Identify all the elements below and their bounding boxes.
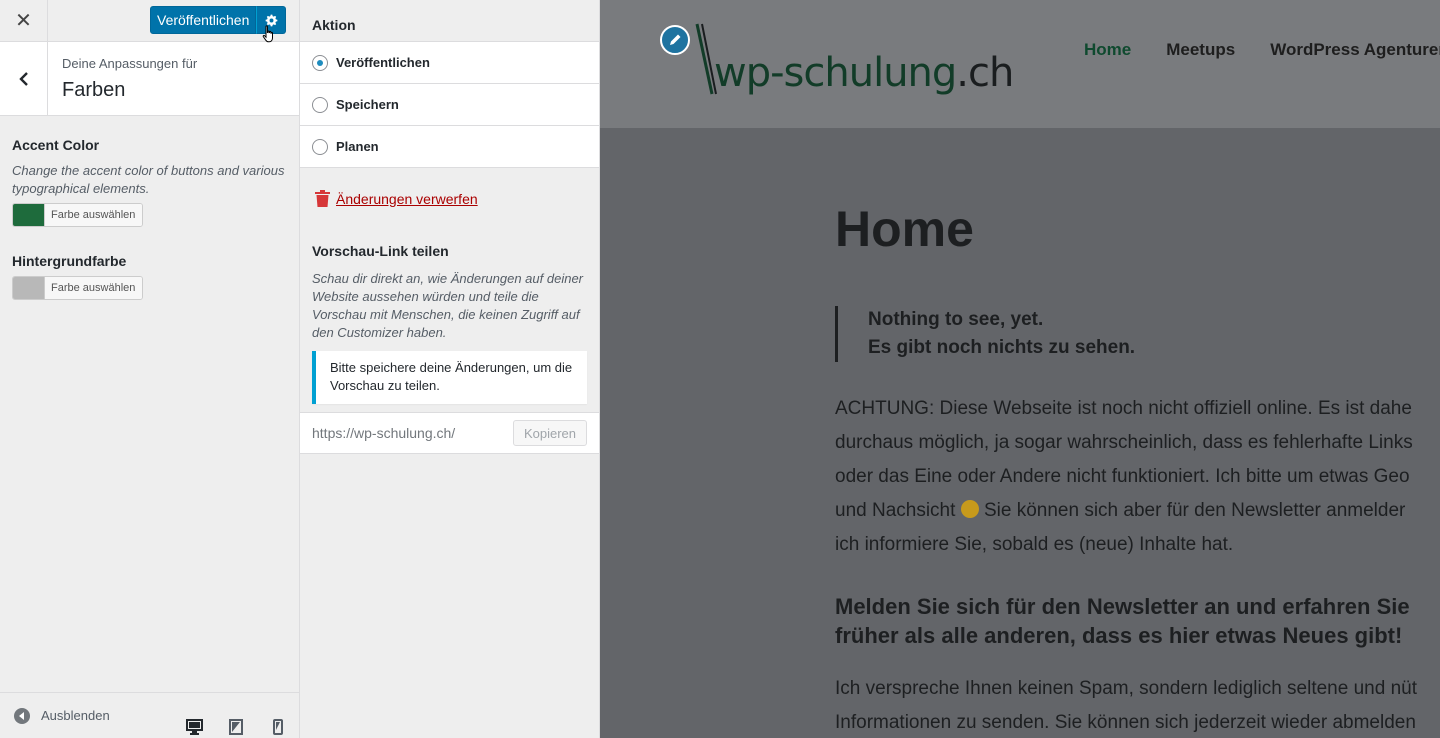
heading-line: Melden Sie sich für den Newsletter an un… [835, 594, 1410, 619]
paragraph-line: Ich verspreche Ihnen keinen Spam, sonder… [835, 678, 1417, 699]
radio-button[interactable] [312, 96, 328, 113]
save-notice: Bitte speichere deine Änderungen, um die… [312, 351, 587, 404]
paragraph-segment: und Nachsicht [835, 500, 956, 521]
radio-button[interactable] [312, 54, 328, 71]
newsletter-heading: Melden Sie sich für den Newsletter an un… [835, 592, 1440, 650]
paragraph-line: durchaus möglich, ja sogar wahrscheinlic… [835, 432, 1413, 453]
preview-link-url[interactable]: https://wp-schulung.ch/ [312, 425, 455, 441]
section-header: Deine Anpassungen für Farben [0, 42, 299, 116]
control-title: Accent Color [12, 137, 100, 153]
site-logo[interactable]: wp-schulung.ch [714, 50, 1014, 96]
radio-label: Veröffentlichen [336, 55, 430, 70]
radio-option-save[interactable]: Speichern [300, 84, 599, 126]
section-titles: Deine Anpassungen für Farben [48, 42, 197, 115]
pointer-cursor-icon [262, 25, 273, 43]
preview-link-row: https://wp-schulung.ch/ Kopieren [300, 412, 599, 454]
nav-item-meetups[interactable]: Meetups [1166, 40, 1235, 60]
radio-label: Speichern [336, 97, 399, 112]
copy-link-button[interactable]: Kopieren [512, 420, 587, 446]
site-header: wp-schulung.ch Home Meetups WordPress Ag… [600, 0, 1440, 128]
control-description: Change the accent color of buttons and v… [12, 163, 285, 196]
share-description: Schau dir direkt an, wie Änderungen auf … [312, 271, 584, 340]
color-swatch [13, 204, 44, 226]
background-color-control: Hintergrundfarbe Farbe auswählen [0, 253, 299, 304]
paragraph-line: Informationen zu senden. Sie können sich… [835, 712, 1416, 733]
collapse-label: Ausblenden [41, 708, 110, 723]
share-title: Vorschau-Link teilen [312, 243, 449, 259]
pencil-icon [670, 34, 681, 45]
radio-option-publish[interactable]: Veröffentlichen [300, 42, 599, 84]
section-subtitle: Deine Anpassungen für [62, 56, 198, 71]
logo-main: wp-schulung [714, 50, 957, 96]
publish-settings-title: Aktion [300, 0, 599, 42]
share-preview-section: Vorschau-Link teilen Schau dir direkt an… [300, 243, 599, 404]
trash-icon [315, 190, 330, 207]
quote-line: Nothing to see, yet. [868, 309, 1044, 330]
radio-button[interactable] [312, 138, 328, 155]
color-picker-label: Farbe auswählen [44, 204, 143, 226]
discard-label: Änderungen verwerfen [336, 190, 478, 207]
paragraph-line: ACHTUNG: Diese Webseite ist noch nicht o… [835, 398, 1412, 419]
desktop-icon [185, 719, 203, 735]
chevron-left-icon [18, 71, 28, 86]
close-icon: ✕ [15, 10, 32, 32]
newsletter-paragraph: Ich verspreche Ihnen keinen Spam, sonder… [835, 672, 1440, 738]
mobile-icon [273, 719, 283, 735]
device-preview-buttons [184, 717, 288, 737]
publish-settings-panel: Aktion Veröffentlichen Speichern Planen … [300, 0, 600, 738]
paragraph-line: oder das Eine oder Andere nicht funktion… [835, 466, 1410, 487]
section-title: Farben [62, 79, 126, 101]
edit-shortcut-button[interactable] [660, 25, 690, 55]
heading-line: früher als alle anderen, dass es hier et… [835, 623, 1403, 648]
close-customizer-button[interactable]: ✕ [0, 0, 48, 42]
wink-emoji-icon [960, 500, 979, 518]
page-content: Home Nothing to see, yet. Es gibt noch n… [835, 128, 1440, 738]
desktop-preview-button[interactable] [184, 717, 204, 737]
collapse-arrow-icon [14, 707, 30, 724]
mobile-preview-button[interactable] [268, 717, 288, 737]
nav-item-agenturen[interactable]: WordPress Agenturen [1270, 40, 1440, 60]
site-preview: wp-schulung.ch Home Meetups WordPress Ag… [600, 0, 1440, 738]
customizer-footer: Ausblenden [0, 692, 299, 738]
color-swatch [13, 277, 44, 299]
collapse-sidebar-button[interactable]: Ausblenden [0, 707, 110, 724]
back-button[interactable] [0, 42, 48, 115]
publish-button[interactable]: Veröffentlichen [150, 6, 257, 34]
radio-selected-dot [317, 59, 323, 66]
accent-color-control: Accent Color Change the accent color of … [0, 137, 299, 231]
intro-paragraph: ACHTUNG: Diese Webseite ist noch nicht o… [835, 392, 1440, 562]
background-color-picker-button[interactable]: Farbe auswählen [12, 276, 144, 300]
customizer-sidebar: ✕ Veröffentlichen Deine Anpassungen für … [0, 0, 300, 738]
discard-changes-link[interactable]: Änderungen verwerfen [300, 168, 599, 207]
paragraph-line: und Nachsicht Sie können sich aber für d… [835, 494, 1440, 528]
paragraph-line: ich informiere Sie, sobald es (neue) Inh… [835, 534, 1234, 555]
site-nav: Home Meetups WordPress Agenturen [1084, 40, 1440, 60]
accent-color-picker-button[interactable]: Farbe auswählen [12, 203, 144, 227]
paragraph-segment: Sie können sich aber für den Newsletter … [983, 500, 1406, 521]
nav-item-home[interactable]: Home [1084, 40, 1131, 60]
blockquote: Nothing to see, yet. Es gibt noch nichts… [835, 306, 1440, 362]
page-title: Home [835, 201, 974, 257]
tablet-preview-button[interactable] [226, 717, 246, 737]
logo-tld: .ch [956, 50, 1014, 96]
radio-label: Planen [336, 139, 379, 154]
tablet-icon [229, 719, 243, 735]
color-picker-label: Farbe auswählen [44, 277, 143, 299]
control-title: Hintergrundfarbe [12, 253, 127, 269]
quote-line: Es gibt noch nichts zu sehen. [868, 337, 1136, 358]
radio-option-schedule[interactable]: Planen [300, 126, 599, 168]
customizer-header: ✕ Veröffentlichen [0, 0, 299, 43]
